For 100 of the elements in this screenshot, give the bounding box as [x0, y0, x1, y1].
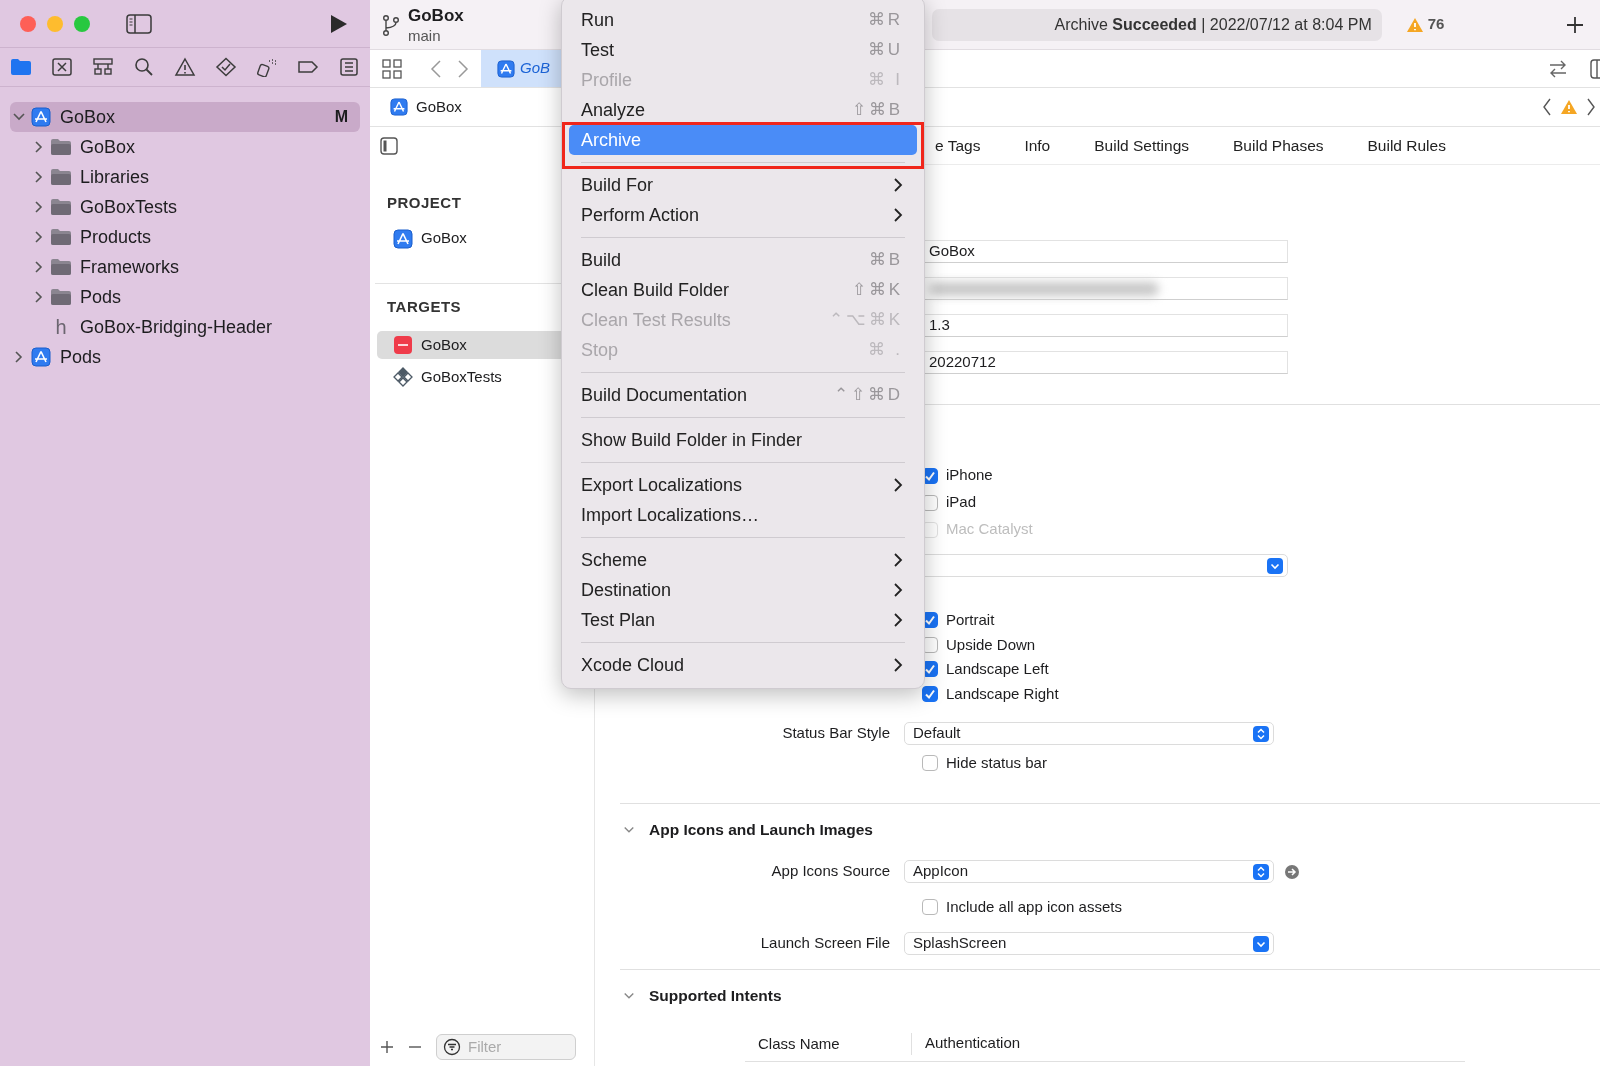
- branch-name: main: [408, 27, 442, 43]
- filter-icon: [443, 1038, 461, 1056]
- warning-icon[interactable]: [174, 57, 196, 77]
- checkbox[interactable]: [922, 755, 938, 771]
- popup-button[interactable]: SplashScreen: [904, 932, 1274, 955]
- submenu-chevron-icon: [893, 207, 903, 223]
- folder-icon: [50, 168, 72, 186]
- section-heading: TARGETS: [386, 296, 463, 317]
- checkbox-label: Mac Catalyst: [946, 519, 1033, 540]
- x-square-icon[interactable]: [51, 57, 73, 77]
- checkbox[interactable]: [922, 899, 938, 915]
- folder-icon: [50, 228, 72, 246]
- diamond-icon[interactable]: [215, 57, 237, 77]
- submenu-chevron-icon: [893, 657, 903, 673]
- filter-field[interactable]: Filter: [436, 1034, 576, 1060]
- field-label: Status Bar Style: [781, 723, 891, 744]
- forward-icon[interactable]: [457, 59, 469, 78]
- popup-button[interactable]: AppIcon: [904, 860, 1274, 883]
- swap-icon[interactable]: [1548, 59, 1568, 78]
- checkbox-label: Landscape Left: [946, 659, 1049, 679]
- checkbox-label: iPad: [946, 492, 977, 513]
- submenu-chevron-icon: [893, 582, 903, 598]
- column-header: Class Name: [745, 1032, 912, 1055]
- menu-item[interactable]: Test Plan: [569, 605, 917, 635]
- checkbox-label: iPhone: [946, 465, 993, 486]
- app-icon: [31, 107, 51, 127]
- inspector-toggle-icon[interactable]: [380, 137, 398, 155]
- menu-item[interactable]: Show Build Folder in Finder: [569, 425, 917, 455]
- branch-icon: [382, 13, 400, 36]
- menu-item[interactable]: Build Documentation ⌃⇧⌘D: [569, 380, 917, 410]
- checkbox-label: Include all app icon assets: [946, 896, 1122, 917]
- back-icon[interactable]: [430, 59, 442, 78]
- item-label: GoBox-Bridging-Header: [80, 315, 273, 339]
- checkbox-label: Landscape Right: [946, 683, 1059, 704]
- app-icon: [31, 347, 51, 367]
- menu-item[interactable]: Analyze ⇧⌘B: [569, 95, 917, 125]
- sidebar-toggle-icon[interactable]: [126, 13, 152, 34]
- checkbox[interactable]: [922, 685, 938, 702]
- add-icon[interactable]: [1566, 15, 1584, 34]
- checkbox-label: Upside Down: [946, 634, 1036, 655]
- checkbox-label: Hide status bar: [946, 752, 1047, 773]
- item-label: Pods: [60, 345, 102, 369]
- item-label: Frameworks: [80, 255, 179, 279]
- column-header: Authentication: [924, 1033, 1021, 1054]
- text-field[interactable]: 20220712: [922, 351, 1288, 374]
- menu-item[interactable]: Clean Build Folder ⇧⌘K: [569, 275, 917, 305]
- text-field[interactable]: 1.3: [922, 314, 1288, 337]
- grid-icon[interactable]: [382, 58, 402, 79]
- previous-issue-icon[interactable]: [1542, 98, 1552, 116]
- next-issue-icon[interactable]: [1586, 98, 1596, 116]
- text-field[interactable]: GoBox: [922, 240, 1288, 263]
- tree-item[interactable]: Products: [10, 222, 360, 252]
- search-icon[interactable]: [133, 57, 155, 77]
- shortcut-text: ⌘ .: [867, 339, 903, 362]
- tree-item[interactable]: Libraries: [10, 162, 360, 192]
- settings-tab[interactable]: e Tags: [935, 133, 981, 158]
- popup-button[interactable]: Default: [904, 722, 1274, 745]
- shortcut-text: ⇧⌘B: [851, 99, 903, 122]
- hierarchy-icon[interactable]: [92, 57, 114, 77]
- menu-item[interactable]: Export Localizations: [569, 470, 917, 500]
- settings-tab[interactable]: Build Rules: [1367, 133, 1446, 158]
- section-title: Supported Intents: [649, 986, 782, 1007]
- tree-item[interactable]: h GoBox-Bridging-Header: [10, 312, 360, 342]
- filter-input[interactable]: Filter: [466, 1034, 566, 1060]
- menu-item[interactable]: Run ⌘R: [569, 5, 917, 35]
- tree-item[interactable]: Pods: [10, 342, 360, 372]
- warning-count[interactable]: 76: [1427, 13, 1445, 36]
- item-label: Products: [80, 225, 152, 249]
- menu-item[interactable]: Destination: [569, 575, 917, 605]
- settings-tab[interactable]: Info: [1024, 133, 1051, 158]
- scheme-name[interactable]: GoBox: [408, 6, 464, 24]
- menu-item[interactable]: Import Localizations…: [569, 500, 917, 530]
- breadcrumb-item[interactable]: GoBox: [416, 95, 462, 119]
- settings-tab[interactable]: Build Phases: [1233, 133, 1324, 158]
- source-control-status-text: M: [334, 107, 348, 127]
- redacted-field[interactable]: [922, 277, 1288, 300]
- tree-item[interactable]: GoBox M: [10, 102, 360, 132]
- item-label: GoBox: [80, 135, 136, 159]
- tree-item[interactable]: Frameworks: [10, 252, 360, 282]
- tree-item[interactable]: GoBox: [10, 132, 360, 162]
- list-icon[interactable]: [338, 57, 360, 77]
- shortcut-text: ⌃⇧⌘D: [833, 384, 903, 407]
- app-target-icon: [393, 335, 413, 355]
- folder-icon: [50, 198, 72, 216]
- spray-can-icon[interactable]: [256, 57, 278, 77]
- up-down-arrows-icon: [1253, 863, 1269, 880]
- section-title: App Icons and Launch Images: [649, 820, 873, 841]
- shortcut-text: ⌘R: [867, 9, 903, 32]
- item-label: Libraries: [80, 165, 150, 189]
- menu-item[interactable]: Xcode Cloud: [569, 650, 917, 680]
- tree-item[interactable]: Pods: [10, 282, 360, 312]
- tree-item[interactable]: GoBoxTests: [10, 192, 360, 222]
- settings-tab[interactable]: Build Settings: [1094, 133, 1190, 158]
- shortcut-text: ⌘U: [867, 39, 903, 62]
- submenu-chevron-icon: [893, 177, 903, 193]
- folder-icon: [50, 288, 72, 306]
- play-button[interactable]: [330, 13, 348, 34]
- menu-item[interactable]: Scheme: [569, 545, 917, 575]
- folder-icon[interactable]: [10, 57, 32, 77]
- menu-item[interactable]: Build For: [569, 170, 917, 200]
